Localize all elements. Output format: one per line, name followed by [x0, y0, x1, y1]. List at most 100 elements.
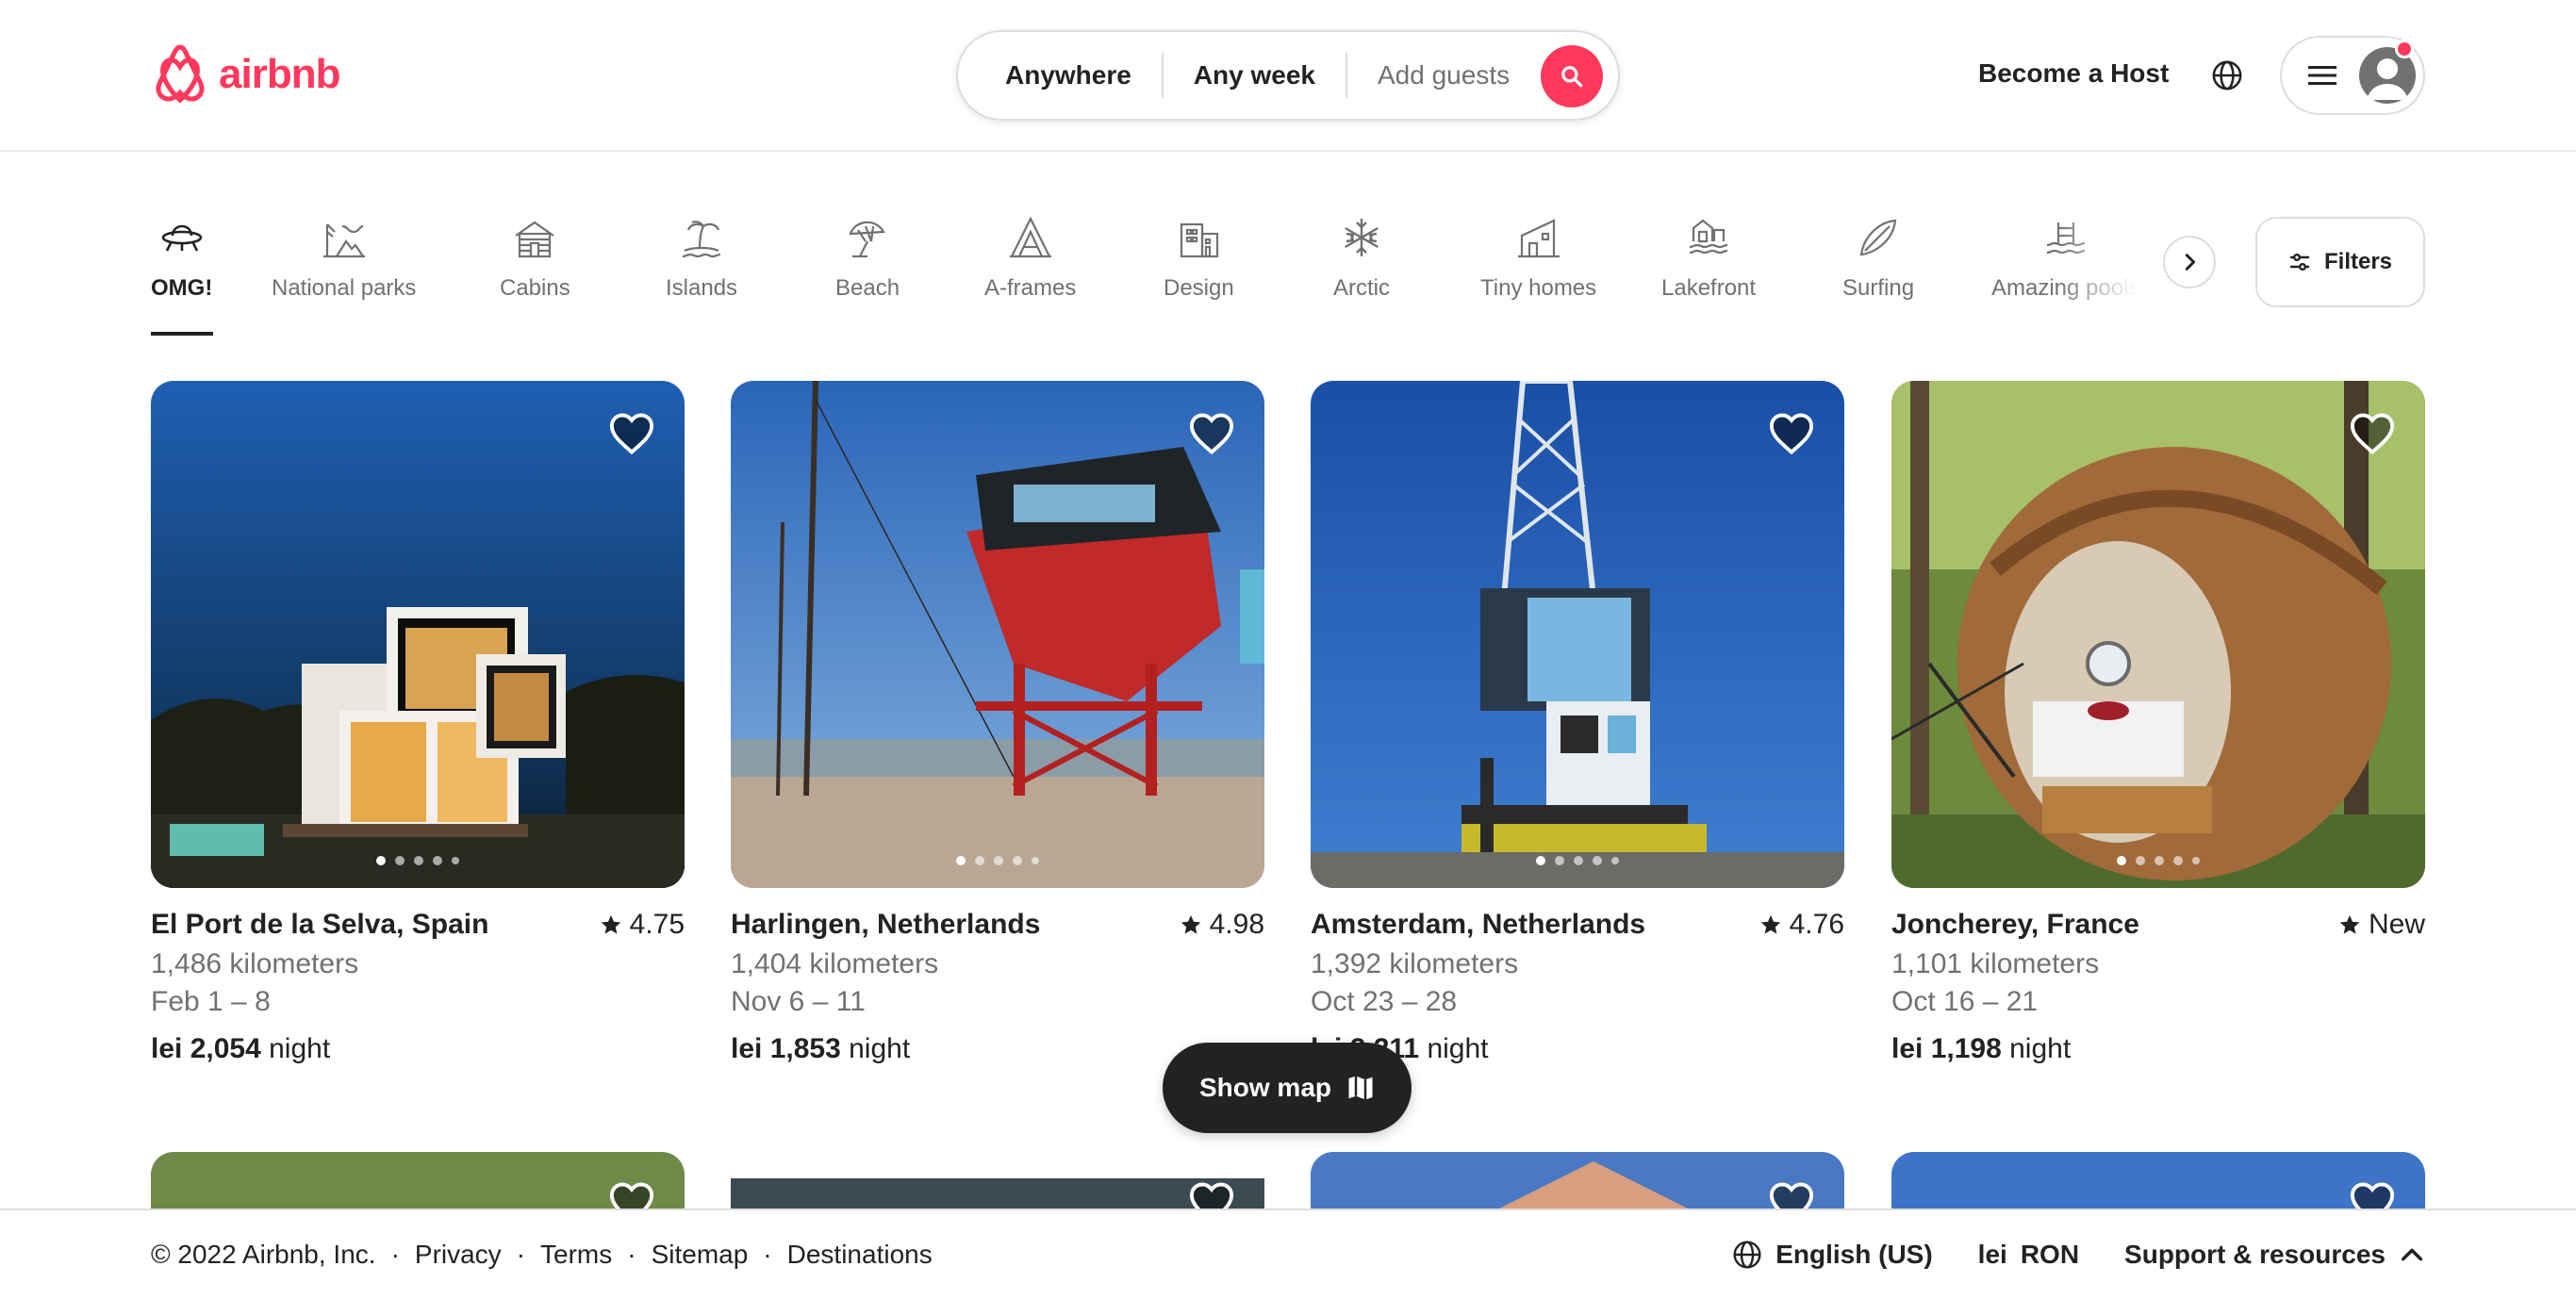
rating-value: 4.98	[1209, 909, 1264, 940]
currency-selector[interactable]: lei RON	[1978, 1240, 2079, 1270]
listing-card-partial[interactable]	[1891, 1152, 2425, 1209]
category-label: Design	[1164, 275, 1234, 301]
snowflake-icon	[1337, 213, 1386, 262]
search-button[interactable]	[1541, 45, 1603, 107]
category-surfing[interactable]: Surfing	[1842, 213, 1914, 302]
category-label: National parks	[272, 275, 417, 301]
heart-icon[interactable]	[1767, 409, 1816, 458]
heart-icon[interactable]	[1187, 409, 1236, 458]
footer: © 2022 Airbnb, Inc. · Privacy · Terms · …	[0, 1209, 2576, 1299]
search-divider	[1346, 53, 1347, 98]
search-location[interactable]: Anywhere	[1005, 60, 1131, 90]
lakefront-icon	[1684, 213, 1733, 262]
category-label: Beach	[835, 275, 900, 301]
photo-pagination	[1536, 856, 1619, 865]
heart-icon[interactable]	[2348, 409, 2397, 458]
rating-value: 4.75	[629, 909, 685, 940]
listing-rating: 4.76	[1759, 909, 1844, 941]
category-label: Lakefront	[1661, 275, 1757, 301]
listing-card-partial[interactable]	[151, 1152, 685, 1209]
price-amount: lei 2,054	[151, 1033, 261, 1064]
language-selector[interactable]: English (US)	[1732, 1240, 1933, 1270]
price-amount: lei 1,198	[1891, 1033, 2002, 1064]
category-beach[interactable]: Beach	[835, 213, 900, 302]
rating-value: New	[2368, 909, 2425, 940]
listing-card[interactable]: Harlingen, Netherlands 4.98 1,404 kilome…	[731, 381, 1264, 1065]
listing-location: El Port de la Selva, Spain	[151, 909, 489, 940]
category-cabins[interactable]: Cabins	[500, 213, 570, 302]
footer-link-sitemap[interactable]: Sitemap	[652, 1240, 749, 1270]
search-bar[interactable]: Anywhere Any week Add guests	[956, 30, 1620, 121]
star-icon	[2339, 915, 2360, 934]
star-icon	[1181, 915, 1200, 934]
rating-value: 4.76	[1789, 909, 1844, 940]
footer-links: © 2022 Airbnb, Inc. · Privacy · Terms · …	[151, 1240, 933, 1270]
category-arctic[interactable]: Arctic	[1333, 213, 1390, 302]
listing-photo[interactable]	[1891, 381, 2425, 888]
language-button[interactable]	[2206, 55, 2248, 96]
category-islands[interactable]: Islands	[666, 213, 737, 302]
category-tiny-homes[interactable]: Tiny homes	[1480, 213, 1596, 302]
category-next-button[interactable]	[2163, 236, 2216, 288]
currency-symbol: lei	[1977, 1240, 2007, 1269]
airbnb-logo[interactable]: airbnb	[151, 43, 340, 106]
listing-card[interactable]: Joncherey, France New 1,101 kilometers O…	[1891, 381, 2425, 1065]
category-label: Islands	[666, 275, 738, 301]
listing-card[interactable]: El Port de la Selva, Spain 4.75 1,486 ki…	[151, 381, 685, 1065]
search-icon	[1561, 66, 1583, 88]
category-national-parks[interactable]: National parks	[272, 213, 416, 302]
search-divider	[1161, 53, 1164, 98]
listing-rating: 4.75	[600, 909, 685, 941]
listing-location: Harlingen, Netherlands	[731, 909, 1041, 940]
listing-photo[interactable]	[151, 381, 685, 888]
become-host-link[interactable]: Become a Host	[1978, 58, 2169, 89]
listing-card-partial[interactable]	[731, 1178, 1264, 1209]
heart-icon[interactable]	[607, 1178, 656, 1209]
currency-code: RON	[2020, 1240, 2080, 1269]
category-lakefront[interactable]: Lakefront	[1661, 213, 1756, 302]
chevron-right-icon	[2185, 254, 2196, 271]
island-icon	[677, 213, 726, 262]
listing-photo[interactable]	[731, 381, 1264, 888]
national-park-icon	[320, 213, 369, 262]
listing-photo[interactable]	[1311, 381, 1844, 888]
globe-icon	[2212, 60, 2242, 90]
cabin-icon	[510, 213, 559, 262]
photo-pagination	[2117, 856, 2200, 865]
listing-distance: 1,392 kilometers	[1311, 948, 1519, 979]
footer-link-privacy[interactable]: Privacy	[415, 1240, 502, 1270]
surfboard-icon	[1854, 213, 1903, 262]
category-omg[interactable]: OMG!	[151, 213, 212, 302]
price-unit: night	[1427, 1033, 1489, 1064]
price-unit: night	[849, 1033, 911, 1064]
show-map-button[interactable]: Show map	[1163, 1043, 1412, 1133]
star-icon	[1760, 915, 1780, 934]
filters-button[interactable]: Filters	[2255, 217, 2425, 307]
search-guests[interactable]: Add guests	[1378, 60, 1510, 90]
listing-dates: Nov 6 – 11	[731, 986, 866, 1017]
support-resources-button[interactable]: Support & resources	[2124, 1240, 2425, 1270]
price-unit: night	[2009, 1033, 2072, 1064]
listing-dates: Oct 23 – 28	[1311, 986, 1458, 1017]
listing-distance: 1,101 kilometers	[1891, 948, 2100, 979]
listing-card[interactable]: Amsterdam, Netherlands 4.76 1,392 kilome…	[1311, 381, 1844, 1065]
listing-card-partial[interactable]	[1311, 1152, 1844, 1209]
category-a-frames[interactable]: A-frames	[984, 213, 1076, 302]
category-label: Surfing	[1842, 275, 1915, 301]
footer-link-destinations[interactable]: Destinations	[787, 1240, 933, 1270]
heart-icon[interactable]	[1187, 1178, 1236, 1209]
search-dates[interactable]: Any week	[1194, 60, 1315, 90]
category-scroll-fade	[2056, 202, 2150, 324]
price-amount: lei 1,853	[731, 1033, 841, 1064]
show-map-label: Show map	[1198, 1073, 1331, 1102]
footer-link-terms[interactable]: Terms	[540, 1240, 612, 1270]
heart-icon[interactable]	[2348, 1178, 2397, 1209]
filters-label: Filters	[2323, 249, 2393, 274]
brand-name: airbnb	[219, 51, 340, 97]
photo-pagination	[376, 856, 459, 865]
listing-price: lei 2,054 night	[151, 1033, 685, 1065]
listing-location: Amsterdam, Netherlands	[1311, 909, 1646, 940]
heart-icon[interactable]	[1767, 1178, 1816, 1209]
category-design[interactable]: Design	[1164, 213, 1234, 302]
heart-icon[interactable]	[607, 409, 656, 458]
